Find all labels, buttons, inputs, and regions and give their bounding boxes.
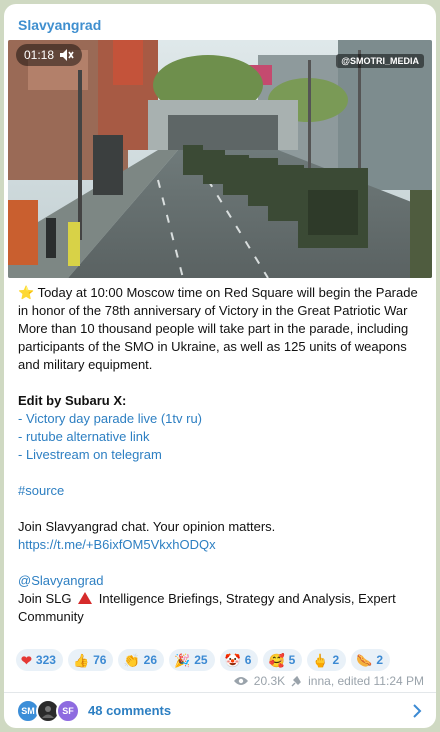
- slg-suffix: Intelligence Briefings, Strategy and Ana…: [18, 591, 396, 624]
- reaction-count: 25: [194, 653, 208, 667]
- view-count: 20.3K: [253, 674, 286, 688]
- link-rutube[interactable]: - rutube alternative link: [18, 428, 422, 446]
- reaction-hotdog[interactable]: 🌭 2: [351, 649, 391, 671]
- reaction-clown[interactable]: 🤡 6: [219, 649, 259, 671]
- hearts-face-icon: 🥰: [268, 652, 285, 668]
- link-parade-live[interactable]: - Victory day parade live (1tv ru): [18, 410, 422, 428]
- edit-heading: Edit by Subaru X:: [18, 393, 127, 408]
- clown-icon: 🤡: [224, 652, 241, 668]
- reaction-count: 2: [332, 653, 340, 667]
- reaction-count: 323: [35, 653, 56, 667]
- reaction-middle-finger[interactable]: 🖕 2: [307, 649, 347, 671]
- video-time-label: 01:18: [24, 48, 55, 62]
- middle-finger-icon: 🖕: [312, 652, 329, 668]
- chevron-right-icon: [413, 704, 422, 718]
- video-frame: [8, 40, 432, 278]
- post-line-2: More than 10 thousand people will take p…: [18, 321, 409, 372]
- comments-button[interactable]: SM SF 48 comments: [4, 693, 436, 728]
- video-player[interactable]: 01:18 @SMOTRI_MEDIA: [8, 40, 432, 278]
- slg-line: Join SLG Intelligence Briefings, Strateg…: [18, 590, 422, 626]
- reaction-count: 26: [143, 653, 158, 667]
- message-bubble: Slavyangrad 01:18 @SMOTRI_MEDIA ⭐ Today …: [4, 4, 436, 728]
- reaction-count: 6: [244, 653, 252, 667]
- video-watermark: @SMOTRI_MEDIA: [336, 54, 424, 68]
- reaction-count: 5: [288, 653, 296, 667]
- red-triangle-icon: [78, 592, 93, 604]
- post-paragraph-1: ⭐ Today at 10:00 Moscow time on Red Squa…: [18, 284, 422, 320]
- reactions-bar: ❤ 323 👍 76 👏 26 🎉 25 🤡 6 🥰 5 🖕 2 🌭 2: [16, 649, 391, 671]
- reaction-hearts-face[interactable]: 🥰 5: [263, 649, 303, 671]
- edited-label: inna, edited 11:24 PM: [308, 674, 424, 688]
- join-chat-text: Join Slavyangrad chat. Your opinion matt…: [18, 519, 276, 534]
- hotdog-icon: 🌭: [356, 652, 373, 668]
- video-timestamp[interactable]: 01:18: [16, 44, 83, 66]
- reaction-heart[interactable]: ❤ 323: [16, 649, 63, 671]
- hashtag-source[interactable]: #source: [18, 482, 422, 500]
- signature-icon: [291, 675, 302, 686]
- post-text: ⭐ Today at 10:00 Moscow time on Red Squa…: [18, 284, 422, 626]
- avatar-photo-icon: [42, 705, 54, 718]
- speaker-muted-icon[interactable]: [60, 49, 74, 61]
- reaction-count: 2: [376, 653, 384, 667]
- reaction-count: 76: [93, 653, 107, 667]
- link-livestream-telegram[interactable]: - Livestream on telegram: [18, 446, 422, 464]
- post-line-1: Today at 10:00 Moscow time on Red Square…: [18, 285, 418, 318]
- chat-invite-link[interactable]: https://t.me/+B6ixfOM5VkxhODQx: [18, 536, 422, 554]
- star-icon: ⭐: [18, 285, 35, 300]
- thumbs-up-icon: 👍: [72, 652, 90, 668]
- commenter-avatars: SM SF: [16, 698, 86, 723]
- reaction-party[interactable]: 🎉 25: [169, 649, 215, 671]
- avatar: SF: [56, 698, 80, 723]
- clap-icon: 👏: [123, 652, 140, 668]
- slg-prefix: Join SLG: [18, 591, 72, 606]
- comments-count: 48 comments: [88, 703, 172, 718]
- reaction-clap[interactable]: 👏 26: [118, 649, 165, 671]
- channel-name[interactable]: Slavyangrad: [18, 17, 101, 33]
- heart-icon: ❤: [21, 652, 32, 668]
- party-popper-icon: 🎉: [174, 652, 191, 668]
- channel-handle-link[interactable]: @Slavyangrad: [18, 572, 422, 590]
- eye-icon: [233, 677, 248, 685]
- message-meta: 20.3K inna, edited 11:24 PM: [233, 674, 424, 688]
- reaction-thumbs-up[interactable]: 👍 76: [67, 649, 114, 671]
